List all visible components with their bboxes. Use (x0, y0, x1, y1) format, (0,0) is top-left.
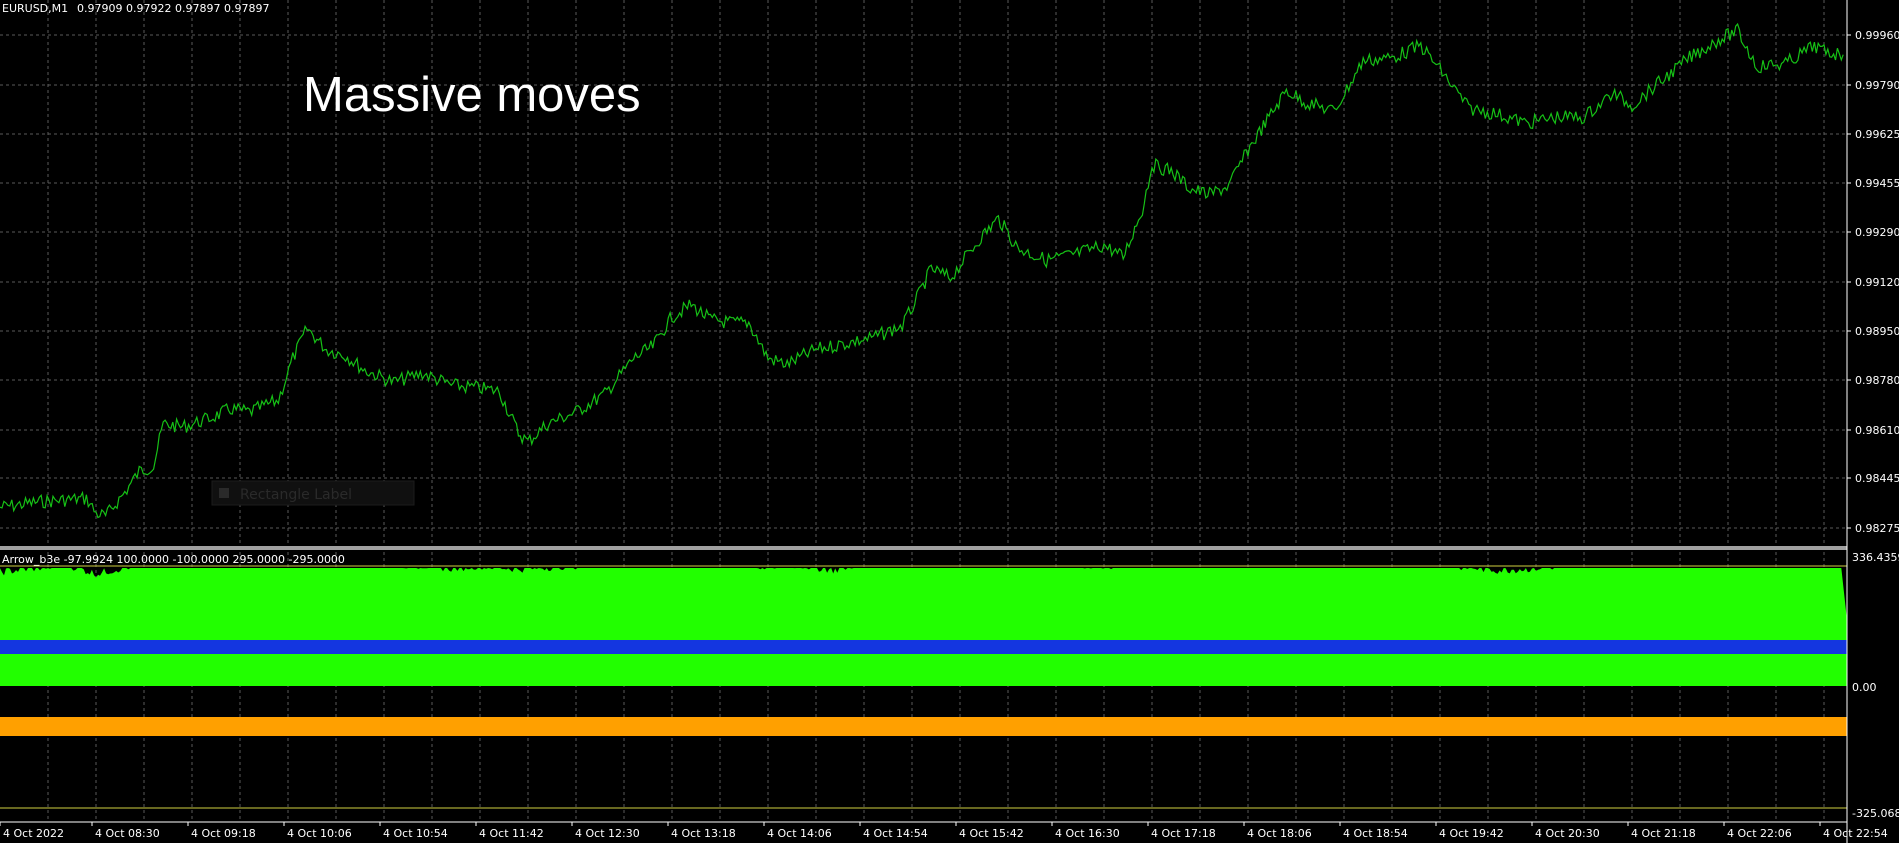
time-tick-label: 4 Oct 18:54 (1343, 827, 1408, 840)
object-marker-icon (219, 488, 229, 498)
time-tick-label: 4 Oct 21:18 (1631, 827, 1696, 840)
rectangle-label-object[interactable]: Rectangle Label (211, 480, 415, 506)
price-tick-label: 0.99455 (1855, 177, 1899, 190)
chart-background (0, 0, 1899, 843)
price-tick-label: 0.98950 (1855, 325, 1899, 338)
time-tick-label: 4 Oct 11:42 (479, 827, 544, 840)
indicator-histogram-fill (0, 568, 1847, 640)
ohlc-readout: 0.97909 0.97922 0.97897 0.97897 (77, 2, 269, 15)
indicator-min-label: -325.0681 (1852, 807, 1899, 820)
time-tick-label: 4 Oct 16:30 (1055, 827, 1120, 840)
time-tick-label: 4 Oct 22:06 (1727, 827, 1792, 840)
time-tick-label: 4 Oct 14:06 (767, 827, 832, 840)
time-tick-label: 4 Oct 2022 (3, 827, 64, 840)
price-tick-label: 0.99290 (1855, 226, 1899, 239)
indicator-orange-band (0, 717, 1847, 736)
time-tick-label: 4 Oct 08:30 (95, 827, 160, 840)
price-tick-label: 0.98445 (1855, 472, 1899, 485)
price-tick-label: 0.98780 (1855, 374, 1899, 387)
time-tick-label: 4 Oct 09:18 (191, 827, 256, 840)
time-tick-label: 4 Oct 18:06 (1247, 827, 1312, 840)
price-tick-label: 0.99790 (1855, 79, 1899, 92)
indicator-green-band (0, 654, 1847, 686)
time-tick-label: 4 Oct 10:54 (383, 827, 448, 840)
indicator-histogram (0, 568, 1847, 640)
indicator-label: Arrow_b3e -97.9924 100.0000 -100.0000 29… (2, 553, 345, 566)
time-tick-label: 4 Oct 10:06 (287, 827, 352, 840)
annotation-text[interactable]: Massive moves (303, 68, 641, 122)
indicator-blue-band (0, 640, 1847, 654)
price-tick-label: 0.99120 (1855, 276, 1899, 289)
rectangle-label-text: Rectangle Label (240, 487, 352, 503)
subwindow-separator[interactable] (0, 546, 1847, 550)
time-tick-label: 4 Oct 12:30 (575, 827, 640, 840)
chart-window[interactable]: Rectangle Label Massive moves EURUSD,M1 … (0, 0, 1899, 843)
time-tick-label: 4 Oct 17:18 (1151, 827, 1216, 840)
time-tick-label: 4 Oct 15:42 (959, 827, 1024, 840)
time-tick-label: 4 Oct 13:18 (671, 827, 736, 840)
time-tick-label: 4 Oct 22:54 (1823, 827, 1888, 840)
time-tick-label: 4 Oct 20:30 (1535, 827, 1600, 840)
time-tick-label: 4 Oct 19:42 (1439, 827, 1504, 840)
price-tick-label: 0.98275 (1855, 522, 1899, 535)
symbol-timeframe-label: EURUSD,M1 (2, 2, 68, 15)
price-tick-label: 0.99625 (1855, 128, 1899, 141)
indicator-zero-label: 0.00 (1852, 681, 1877, 694)
price-tick-label: 0.99960 (1855, 29, 1899, 42)
price-tick-label: 0.98610 (1855, 424, 1899, 437)
time-tick-label: 4 Oct 14:54 (863, 827, 928, 840)
indicator-max-label: 336.4359 (1852, 551, 1899, 564)
